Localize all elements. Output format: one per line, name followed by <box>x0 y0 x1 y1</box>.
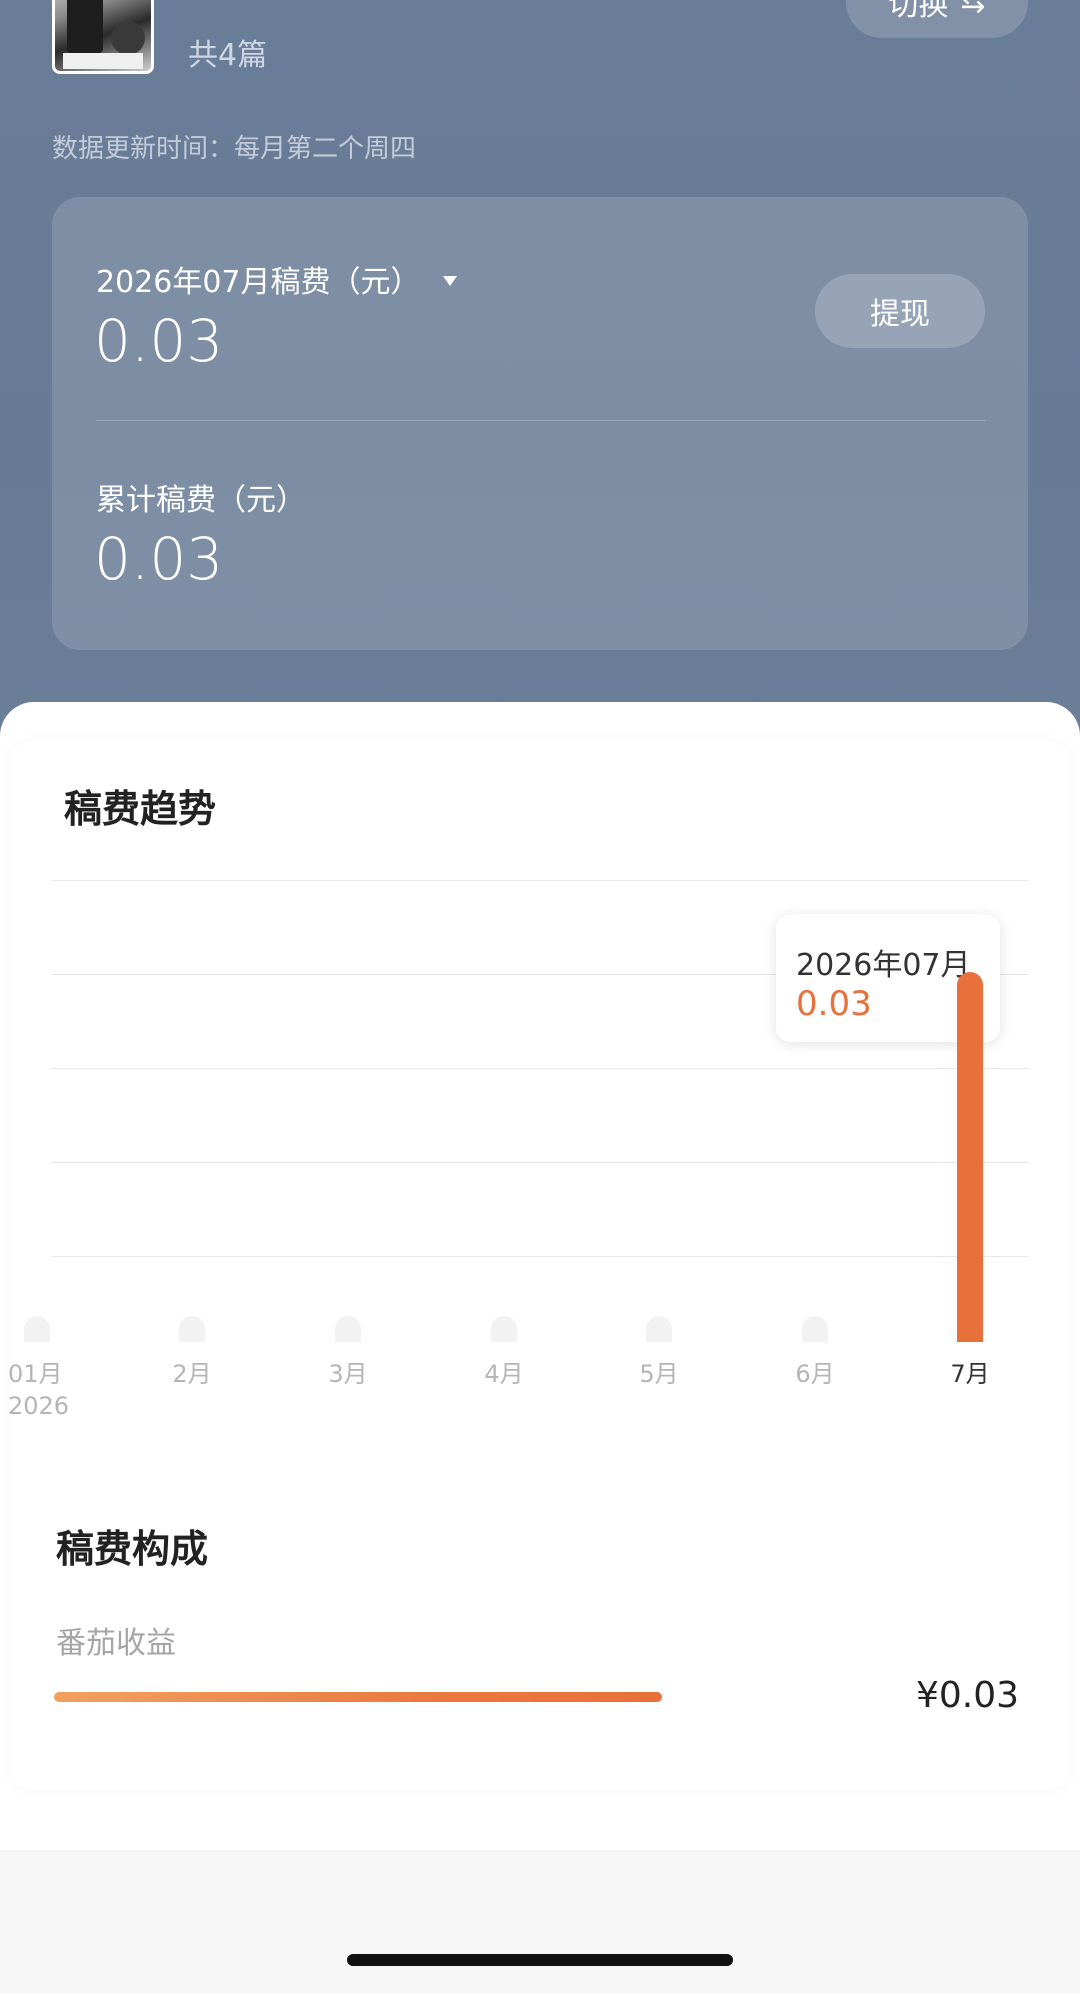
switch-label: 切换 <box>888 0 949 23</box>
switch-button[interactable]: 切换 ⇆ <box>846 0 1028 38</box>
home-indicator <box>347 1954 733 1966</box>
chart-bar[interactable] <box>957 972 983 1342</box>
year-label: 2026 <box>8 1392 70 1420</box>
x-tick-label: 7月 <box>950 1360 990 1388</box>
bar-placeholder <box>179 1316 205 1342</box>
bar-placeholder <box>802 1316 828 1342</box>
caret-down-icon <box>442 276 457 286</box>
source-progress-fill <box>54 1692 662 1702</box>
grid-line <box>52 1162 1028 1163</box>
swap-arrows-icon: ⇆ <box>960 0 986 20</box>
source-progress-bar <box>54 1692 662 1702</box>
x-tick-label: 01月 <box>8 1360 63 1388</box>
bar-placeholder <box>335 1316 361 1342</box>
grid-line <box>52 880 1028 881</box>
source-label: 番茄收益 <box>56 1626 176 1661</box>
x-tick-label: 5月 <box>639 1360 679 1388</box>
withdraw-button[interactable]: 提现 <box>815 274 985 348</box>
tooltip-value: 0.03 <box>796 984 872 1024</box>
month-selector[interactable]: 2026年07月稿费（元） <box>96 257 457 301</box>
bar-placeholder <box>491 1316 517 1342</box>
x-tick-label: 2月 <box>172 1360 212 1388</box>
earnings-card: 2026年07月稿费（元） 0.03 提现 累计稿费（元） 0.03 <box>52 197 1028 650</box>
earnings-trend-chart: 2026 2026年07月 0.03 01月 2月 3月 4月 5月 6月 7月 <box>0 702 1080 1452</box>
divider <box>96 420 986 421</box>
book-cover-image[interactable] <box>52 0 154 74</box>
update-time-text: 数据更新时间：每月第二个周四 <box>52 134 417 164</box>
article-count: 共4篇 <box>188 38 268 73</box>
x-tick-label: 6月 <box>795 1360 835 1388</box>
total-earnings-label: 累计稿费（元） <box>96 483 306 518</box>
source-amount: ¥0.03 <box>916 1675 1020 1716</box>
month-earnings-value: 0.03 <box>94 307 224 375</box>
tooltip-date: 2026年07月 <box>796 948 971 983</box>
composition-title: 稿费构成 <box>56 1527 209 1571</box>
x-tick-label: 3月 <box>328 1360 368 1388</box>
x-tick-label: 4月 <box>484 1360 524 1388</box>
grid-line <box>52 1068 1028 1069</box>
bar-placeholder <box>24 1316 50 1342</box>
grid-line <box>52 1256 1028 1257</box>
content-sheet: 稿费趋势 2026 2026年07月 0.03 01月 2月 3月 4月 5月 6月 7月 … <box>0 702 1080 1850</box>
header-section: 共4篇 切换 ⇆ 数据更新时间：每月第二个周四 2026年07月稿费（元） 0.… <box>0 0 1080 760</box>
bar-placeholder <box>646 1316 672 1342</box>
total-earnings-value: 0.03 <box>94 525 224 593</box>
month-earnings-label: 2026年07月稿费（元） <box>96 265 421 300</box>
